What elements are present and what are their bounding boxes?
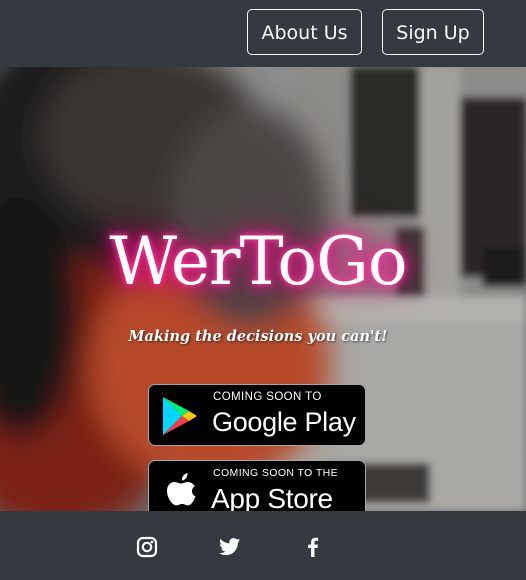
tagline: Making the decisions you can't! <box>128 328 388 345</box>
google-play-icon <box>163 397 197 435</box>
sign-up-button[interactable]: Sign Up <box>382 9 484 55</box>
about-us-button[interactable]: About Us <box>247 9 362 55</box>
instagram-icon[interactable] <box>136 536 158 558</box>
facebook-icon[interactable] <box>302 536 324 558</box>
footer <box>0 511 526 580</box>
apple-badge-title: App Store <box>211 483 333 511</box>
twitter-icon[interactable] <box>219 536 241 558</box>
google-play-badge[interactable]: COMING SOON TO Google Play <box>148 384 366 446</box>
hero-section: WerToGo Making the decisions you can't! … <box>0 67 526 511</box>
google-badge-caption: COMING SOON TO <box>213 391 322 403</box>
brand-title: WerToGo <box>109 223 407 300</box>
navbar: About Us Sign Up <box>0 0 526 67</box>
apple-badge-caption: COMING SOON TO THE <box>213 467 339 479</box>
app-store-badge[interactable]: COMING SOON TO THE App Store <box>148 460 366 511</box>
google-badge-title: Google Play <box>212 407 356 437</box>
apple-icon <box>167 473 196 506</box>
